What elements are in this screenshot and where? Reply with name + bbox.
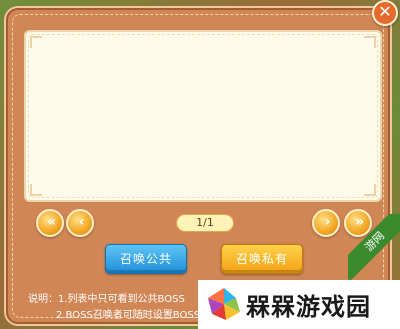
next-page-button[interactable]: › — [312, 209, 340, 237]
brand-name: 槑槑游戏园 — [246, 293, 371, 321]
logo-icon — [208, 288, 240, 320]
boss-list-area — [24, 30, 382, 202]
corner-decoration — [30, 36, 42, 48]
close-button[interactable]: ✕ — [372, 0, 398, 26]
prev-page-button[interactable]: ‹ — [66, 209, 94, 237]
watermark-ribbon: 游网 — [348, 214, 400, 284]
page-indicator: 1/1 — [176, 214, 234, 232]
ribbon-text: 游网 — [348, 214, 400, 281]
corner-decoration — [30, 184, 42, 196]
summon-public-button[interactable]: 召唤公共 — [105, 244, 187, 274]
boss-list-dialog: « ‹ 1/1 › » 召唤公共 召唤私有 说明：1.列表中只可看到公共BOSS… — [6, 8, 390, 324]
corner-decoration — [364, 36, 376, 48]
first-page-button[interactable]: « — [36, 209, 64, 237]
watermark-banner: 槑槑游戏园 — [198, 280, 400, 329]
corner-decoration — [364, 184, 376, 196]
summon-private-button[interactable]: 召唤私有 — [221, 244, 303, 274]
